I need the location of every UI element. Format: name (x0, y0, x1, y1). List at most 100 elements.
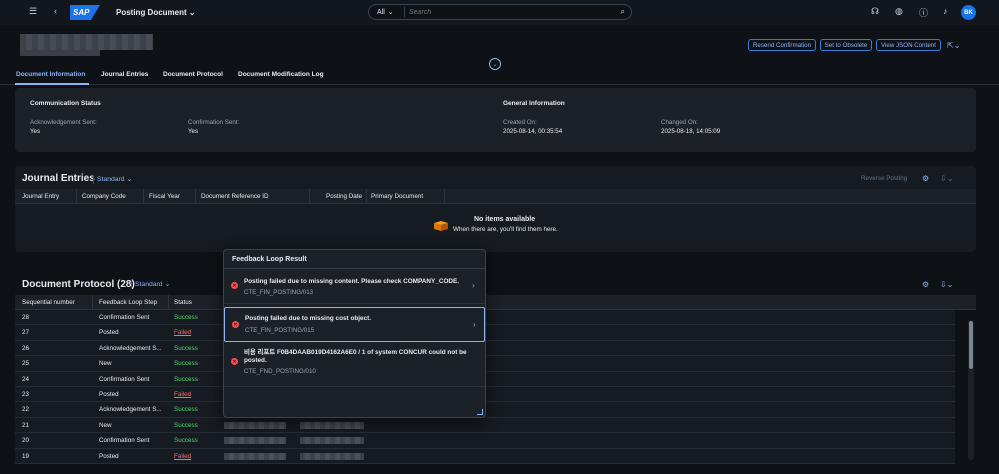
redacted-cell (224, 452, 286, 460)
column-primary-document[interactable]: Primary Document (371, 193, 423, 200)
variant-label: Standard (97, 176, 125, 183)
help-icon[interactable]: ⓘ (919, 6, 928, 19)
journal-entries-header-row: Journal Entry Company Code Fiscal Year D… (15, 189, 976, 204)
cell-sequential-number: 27 (22, 329, 30, 337)
empty-state-text: When there are, you'll find them here. (453, 226, 558, 233)
table-row[interactable]: 20 Confirmation Sent Success (15, 433, 955, 449)
redacted-document-title (20, 34, 153, 50)
menu-icon[interactable]: ☰ (29, 6, 37, 17)
resend-confirmation-button[interactable]: Resend Confirmation (748, 39, 816, 51)
column-fiscal-year[interactable]: Fiscal Year (149, 193, 180, 200)
document-protocol-variant-select[interactable]: Standard ⌄ (130, 280, 170, 289)
protocol-scroll-thumb[interactable] (969, 321, 973, 369)
app-title: Posting Document (116, 8, 187, 17)
redacted-cell (224, 437, 286, 445)
cell-status[interactable]: Failed (174, 453, 191, 460)
set-to-obsolete-button[interactable]: Set to Obsolete (820, 39, 872, 51)
export-icon[interactable]: ⇩⌄ (940, 174, 953, 183)
back-icon[interactable]: ‹ (54, 6, 57, 16)
search-bar: All⌄ ⌕ (368, 4, 632, 20)
chat-icon[interactable]: ◍ (895, 6, 903, 17)
empty-box-icon (432, 218, 450, 232)
ack-sent-value: Yes (30, 128, 41, 135)
message-item[interactable]: ✕ Posting failed due to missing cost obj… (224, 307, 485, 342)
message-item[interactable]: ✕ 비용 리포트 F0B4DAAB019D4162A6E0 / 1 of sys… (224, 345, 485, 387)
reverse-posting-button[interactable]: Reverse Posting (861, 175, 907, 182)
column-status[interactable]: Status (174, 299, 192, 306)
cell-sequential-number: 26 (22, 344, 30, 352)
cell-status: Success (174, 360, 198, 368)
redacted-cell (300, 437, 364, 445)
cell-feedback-loop-step: New (99, 421, 112, 429)
column-separator (309, 189, 310, 204)
tab-document-information[interactable]: Document Information (16, 71, 85, 78)
cell-status: Success (174, 344, 198, 352)
export-icon[interactable]: ⇩⌄ (940, 280, 953, 289)
cell-status: Success (174, 314, 198, 321)
feedback-loop-result-popover: Feedback Loop Result ✕ Posting failed du… (223, 249, 486, 418)
column-separator (76, 189, 77, 204)
message-code: CTE_FIN_POSTING/015 (245, 327, 315, 334)
share-icon[interactable]: ⇱⌄ (947, 41, 960, 50)
headset-icon[interactable]: ☊ (871, 6, 879, 17)
app-title-menu[interactable]: Posting Document ⌄ (116, 8, 196, 17)
settings-icon[interactable]: ⚙ (922, 174, 929, 183)
cell-status[interactable]: Failed (174, 391, 191, 398)
journal-entries-title: Journal Entries (22, 173, 95, 184)
cell-sequential-number: 24 (22, 375, 30, 383)
bell-icon[interactable]: ♪ (943, 6, 948, 16)
search-scope-select[interactable]: All ⌄ (369, 7, 405, 17)
resize-handle[interactable] (477, 409, 483, 415)
tab-journal-entries[interactable]: Journal Entries (101, 71, 148, 78)
cell-status[interactable]: Failed (174, 329, 191, 336)
view-json-content-button[interactable]: View JSON Content (876, 39, 941, 51)
message-text: Posting failed due to missing cost objec… (245, 315, 372, 322)
cell-sequential-number: 21 (22, 421, 30, 429)
variant-label: Standard (135, 281, 163, 288)
sap-logo[interactable]: SAP (70, 5, 100, 20)
chevron-down-icon: ⌄ (126, 176, 133, 183)
tab-document-modification-log[interactable]: Document Modification Log (238, 71, 324, 78)
cell-status: Success (174, 375, 198, 383)
chevron-right-icon: › (473, 320, 476, 329)
created-on-value: 2025-08-14, 00:35:54 (503, 128, 563, 135)
chevron-down-icon: ⌄ (387, 9, 394, 16)
column-sequential-number[interactable]: Sequential number (22, 299, 75, 306)
table-row[interactable]: 21 New Success (15, 417, 955, 434)
ack-sent-label: Acknowledgement Sent: (30, 119, 97, 126)
popover-title: Feedback Loop Result (232, 256, 307, 263)
search-scope-label: All (377, 8, 385, 16)
avatar[interactable]: BK (961, 5, 976, 20)
cell-feedback-loop-step: Posted (99, 452, 119, 460)
error-icon: ✕ (231, 282, 238, 289)
column-company-code[interactable]: Company Code (82, 193, 126, 200)
message-item[interactable]: ✕ Posting failed due to missing content.… (224, 269, 485, 304)
column-separator (366, 189, 367, 204)
column-document-reference-id[interactable]: Document Reference ID (201, 193, 269, 200)
message-text: 비용 리포트 F0B4DAAB019D4162A6E0 / 1 of syste… (244, 349, 467, 364)
table-row[interactable]: 19 Posted Failed (15, 448, 955, 464)
settings-icon[interactable]: ⚙ (922, 280, 929, 289)
journal-entries-variant-select[interactable]: Standard ⌄ (92, 175, 133, 184)
redacted-cell (224, 421, 286, 429)
error-icon: ✕ (231, 358, 238, 365)
column-posting-date[interactable]: Posting Date (326, 193, 362, 200)
cell-sequential-number: 28 (22, 314, 30, 321)
error-icon: ✕ (232, 321, 239, 328)
document-protocol-title: Document Protocol (28) (22, 279, 135, 290)
message-code: CTE_FND_POSTING/010 (244, 368, 316, 375)
communication-status-title: Communication Status (30, 100, 101, 107)
cell-feedback-loop-step: Posted (99, 391, 119, 398)
column-separator (143, 189, 144, 204)
column-journal-entry[interactable]: Journal Entry (22, 193, 59, 200)
cell-feedback-loop-step: New (99, 360, 112, 368)
chevron-down-icon: ⌄ (188, 8, 196, 17)
column-feedback-loop-step[interactable]: Feedback Loop Step (99, 299, 157, 306)
cell-status: Success (174, 406, 198, 414)
search-icon[interactable]: ⌕ (621, 7, 631, 17)
search-input[interactable] (405, 8, 621, 16)
tab-document-protocol[interactable]: Document Protocol (163, 71, 223, 78)
shell-bar: ☰ ‹ SAP Posting Document ⌄ All⌄ ⌕ ☊ ◍ ⓘ … (0, 0, 999, 25)
cell-sequential-number: 23 (22, 391, 30, 398)
cell-status: Success (174, 437, 198, 445)
